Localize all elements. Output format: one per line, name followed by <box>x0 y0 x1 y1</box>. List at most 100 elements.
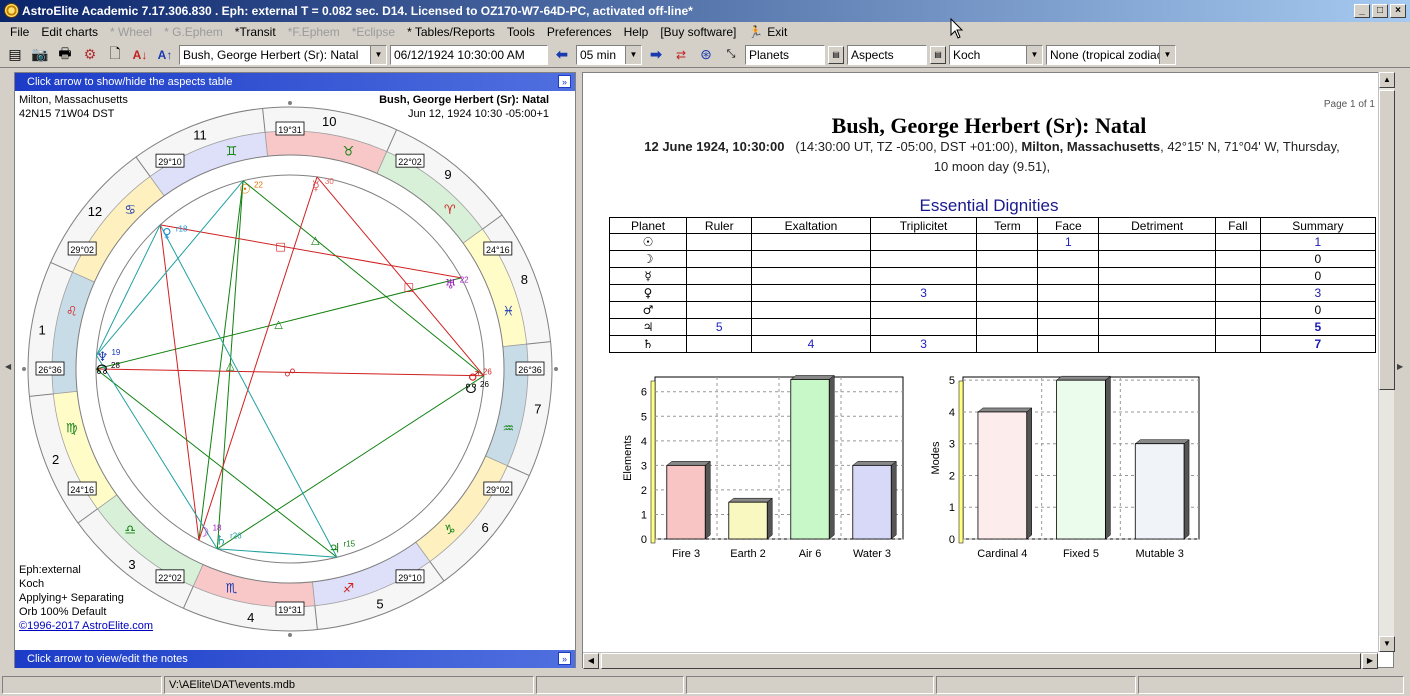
menu-eclipse[interactable]: *Eclipse <box>346 25 401 39</box>
scroll-right-icon[interactable]: ▶ <box>1362 653 1378 669</box>
chevron-left-icon[interactable]: ◀ <box>5 362 11 371</box>
dignity-cell: 5 <box>1259 318 1377 336</box>
dignity-cell <box>686 250 753 268</box>
horizontal-scroll-thumb[interactable] <box>601 653 1361 669</box>
house-number: 5 <box>376 596 383 611</box>
houses-select[interactable]: Koch ▼ <box>949 44 1043 65</box>
vertical-scroll-thumb[interactable] <box>1379 90 1395 390</box>
bar <box>666 460 711 540</box>
zodiac-sign-glyph: ♌ <box>66 305 78 320</box>
step-forward-icon[interactable]: ➡ <box>645 44 667 66</box>
aspects-table-toggle-bar[interactable]: Click arrow to show/hide the aspects tab… <box>15 73 575 91</box>
points-select[interactable]: Planets <box>745 44 825 65</box>
menu-wheel[interactable]: * Wheel <box>104 25 158 39</box>
dignity-cell: 7 <box>1259 335 1377 353</box>
menu-tools[interactable]: Tools <box>501 25 541 39</box>
notes-toggle-label: Click arrow to view/edit the notes <box>27 653 188 665</box>
planet-glyph: ☉ <box>608 233 688 251</box>
chart-select[interactable]: Bush, George Herbert (Sr): Natal ▼ <box>179 44 387 65</box>
font-larger-icon[interactable]: A↑ <box>154 44 176 66</box>
dignity-cell: 4 <box>751 335 871 353</box>
svg-text:26: 26 <box>483 367 492 376</box>
dignity-cell <box>1037 284 1100 302</box>
dignity-cell <box>1037 318 1100 336</box>
menu-f-ephem[interactable]: *F.Ephem <box>282 25 346 39</box>
y-tick-label: 0 <box>949 534 955 546</box>
title-bar: AstroElite Academic 7.17.306.830 . Eph: … <box>0 0 1410 22</box>
close-button[interactable]: × <box>1390 4 1406 18</box>
minimize-button[interactable]: _ <box>1354 4 1370 18</box>
menu-help[interactable]: Help <box>618 25 655 39</box>
planet-glyph: ☿ <box>608 267 688 285</box>
scroll-up-icon[interactable]: ▲ <box>1379 72 1395 88</box>
table-row: ☽ 0 <box>608 250 1377 268</box>
report-moon-day: 10 moon day (9.51), <box>933 159 1051 174</box>
menu-transit[interactable]: *Transit <box>229 25 282 39</box>
menu-edit-charts[interactable]: Edit charts <box>35 25 104 39</box>
settings-icon[interactable]: ⚙ <box>79 44 101 66</box>
chevron-down-icon[interactable]: ▼ <box>1026 45 1042 64</box>
menu-g-ephem[interactable]: * G.Ephem <box>158 25 229 39</box>
scroll-left-icon[interactable]: ◀ <box>583 653 599 669</box>
svg-text:☽: ☽ <box>198 525 210 540</box>
house-number: 1 <box>38 323 45 338</box>
zodiac-select[interactable]: None (tropical zodiac) ▼ <box>1046 44 1176 65</box>
table-row: ♂ 0 <box>608 301 1377 319</box>
print-icon[interactable]: 🖶 <box>54 44 76 66</box>
menu-exit[interactable]: 🏃 Exit <box>742 25 793 39</box>
axis-marker <box>554 367 558 371</box>
dignity-cell <box>1214 301 1261 319</box>
new-page-icon[interactable]: 🗋 <box>104 44 126 66</box>
notes-toggle-bar[interactable]: Click arrow to view/edit the notes » <box>15 650 575 668</box>
svg-text:☊: ☊ <box>96 363 108 378</box>
aspects-select[interactable]: Aspects <box>847 44 927 65</box>
menu-buy-software[interactable]: [Buy software] <box>654 25 742 39</box>
maximize-button[interactable]: □ <box>1372 4 1388 18</box>
menu-preferences[interactable]: Preferences <box>541 25 618 39</box>
dignity-cell <box>869 250 978 268</box>
swap-icon[interactable]: ⇄ <box>670 44 692 66</box>
dignity-cell <box>686 301 753 319</box>
zodiac-sign-glyph: ♍ <box>66 421 78 436</box>
dignity-cell <box>1098 318 1216 336</box>
points-menu-icon[interactable]: ▤ <box>828 45 844 64</box>
left-splitter[interactable]: ◀ <box>4 72 14 668</box>
camera-icon[interactable]: 📷 <box>29 44 51 66</box>
right-splitter[interactable]: ▶ <box>1396 72 1408 668</box>
datetime-field[interactable]: 06/12/1924 10:30:00 AM <box>390 44 548 65</box>
step-back-icon[interactable]: ⬅ <box>551 44 573 66</box>
dignity-cell <box>751 267 871 285</box>
vertical-scrollbar[interactable]: ▲ ▼ <box>1378 72 1395 652</box>
dignity-cell <box>1037 335 1100 353</box>
chevron-down-icon[interactable]: » <box>558 75 571 88</box>
svg-text:19: 19 <box>111 348 120 357</box>
sort-icon[interactable]: ⤡ <box>720 44 742 66</box>
copyright-link[interactable]: ©1996-2017 AstroElite.com <box>19 619 153 633</box>
report-subtitle: 12 June 1924, 10:30:00 (14:30:00 UT, TZ … <box>607 137 1377 177</box>
chevron-right-icon[interactable]: ▶ <box>1397 362 1403 371</box>
menu-file[interactable]: File <box>4 25 35 39</box>
menu-tables-reports[interactable]: * Tables/Reports <box>401 25 501 39</box>
house-number: 2 <box>52 452 59 467</box>
horizontal-scrollbar[interactable]: ◀ ▶ <box>583 652 1378 669</box>
zodiac-select-value: None (tropical zodiac) <box>1050 47 1167 62</box>
aspects-menu-icon[interactable]: ▤ <box>930 45 946 64</box>
chevron-down-icon[interactable]: ▼ <box>370 45 386 64</box>
open-icon[interactable]: ▤ <box>4 44 26 66</box>
step-select[interactable]: 05 min ▼ <box>576 44 642 65</box>
scroll-down-icon[interactable]: ▼ <box>1379 636 1395 652</box>
zodiac-sign-glyph: ♋ <box>124 203 136 218</box>
x-tick-label: Earth 2 <box>730 548 765 560</box>
chevron-down-icon[interactable]: ▼ <box>625 45 641 64</box>
elements-bar-chart: 0 1 2 3 4 5 6 Elements Fire 3 Earth 2 Air 6 Water 3 <box>622 374 904 560</box>
chevron-down-icon[interactable]: » <box>558 652 571 665</box>
wheel-icon[interactable]: ⊛ <box>695 44 717 66</box>
dignity-cell <box>976 318 1039 336</box>
zodiac-sign-glyph: ♈ <box>444 203 456 218</box>
chevron-down-icon[interactable]: ▼ <box>1159 45 1175 64</box>
aspect-glyph: △ <box>226 359 235 372</box>
dignity-cell <box>1098 233 1216 251</box>
y-tick-label: 2 <box>949 470 955 482</box>
toolbar: ▤ 📷 🖶 ⚙ 🗋 A↓ A↑ Bush, George Herbert (Sr… <box>0 42 1410 68</box>
font-smaller-icon[interactable]: A↓ <box>129 44 151 66</box>
